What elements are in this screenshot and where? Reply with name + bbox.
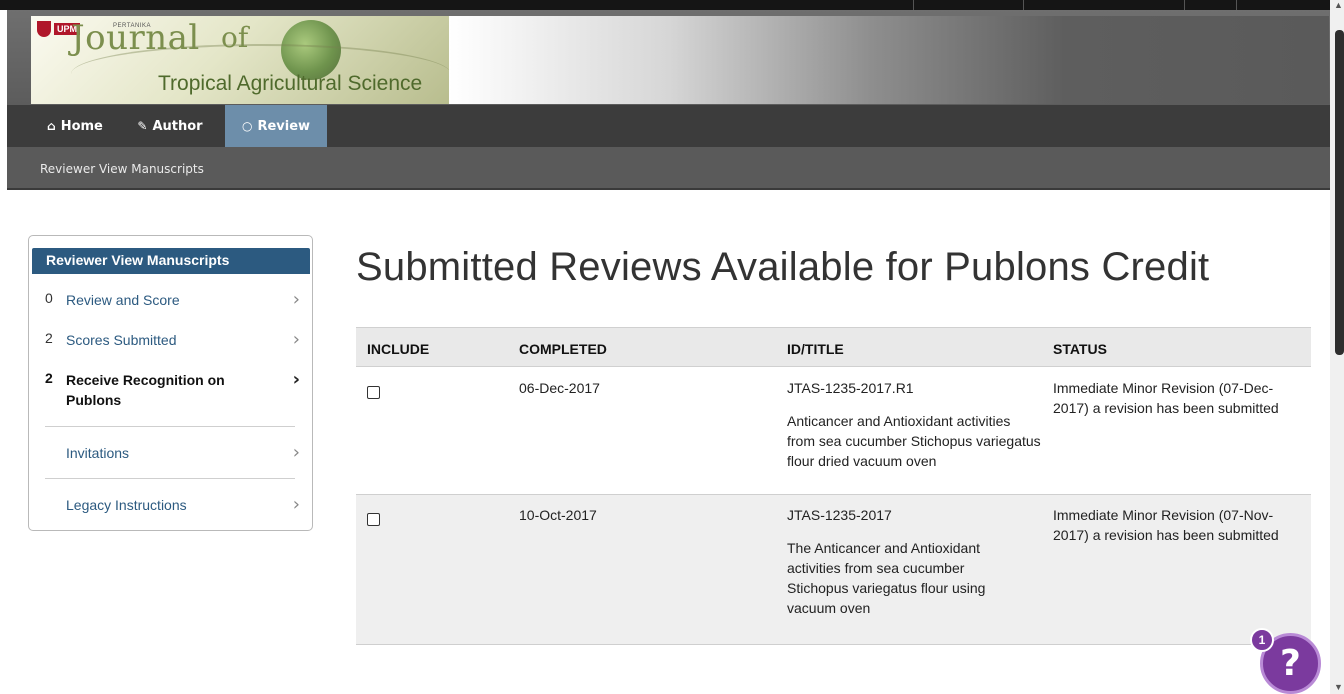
sidebar-item-receive-recognition[interactable]: 2 Receive Recognition on Publons ›: [29, 370, 312, 414]
chevron-right-icon: ›: [292, 329, 300, 350]
scroll-down-arrow-icon[interactable]: ▼: [1334, 682, 1343, 692]
sidebar-item-label: Review and Score: [66, 292, 180, 308]
sidebar-item-label: Invitations: [66, 445, 130, 461]
chevron-right-icon: ›: [292, 442, 300, 463]
nav-home-label: Home: [60, 118, 103, 134]
sidebar-item-invitations[interactable]: Invitations ›: [29, 443, 312, 467]
nav-home[interactable]: ⌂ Home: [35, 105, 115, 147]
journal-logo[interactable]: UPM PERTANIKA Journal of Tropical Agricu…: [31, 16, 449, 104]
strip-separator: [1184, 0, 1185, 10]
review-status: Immediate Minor Revision (07-Dec-2017) a…: [1053, 380, 1279, 416]
sidebar-item-label: Scores Submitted: [66, 332, 177, 348]
completed-date: 10-Oct-2017: [519, 507, 597, 523]
include-checkbox[interactable]: [367, 513, 380, 526]
column-header-id-title: ID/TITLE: [787, 341, 844, 357]
sidebar-item-legacy-instructions[interactable]: Legacy Instructions ›: [29, 495, 312, 519]
table-header: INCLUDE COMPLETED ID/TITLE STATUS: [356, 327, 1311, 367]
nav-author-label: Author: [152, 118, 203, 134]
scrollbar-thumb[interactable]: [1335, 30, 1344, 355]
manuscript-id[interactable]: JTAS-1235-2017: [787, 505, 892, 525]
sidebar-item-count: 2: [45, 330, 53, 346]
table-row: 06-Dec-2017 JTAS-1235-2017.R1 Anticancer…: [356, 368, 1311, 495]
completed-date: 06-Dec-2017: [519, 380, 600, 396]
nav-author[interactable]: ✎ Author: [125, 105, 215, 147]
home-icon: ⌂: [47, 119, 56, 133]
main-nav: ⌂ Home ✎ Author ○ Review: [7, 105, 1330, 147]
question-mark-icon: ?: [1280, 643, 1301, 684]
sidebar-divider: [45, 426, 295, 427]
sidebar-title: Reviewer View Manuscripts: [32, 248, 310, 274]
table-row: 10-Oct-2017 JTAS-1235-2017 The Anticance…: [356, 495, 1311, 645]
nav-review-label: Review: [257, 118, 311, 134]
banner-gradient: [449, 16, 1329, 104]
chevron-right-icon: ›: [292, 289, 300, 310]
upm-shield-icon: [37, 21, 51, 37]
strip-separator: [1236, 0, 1237, 10]
review-status: Immediate Minor Revision (07-Nov-2017) a…: [1053, 507, 1279, 543]
journal-of: of: [221, 21, 249, 54]
column-header-completed: COMPLETED: [519, 341, 607, 357]
column-header-include: INCLUDE: [367, 341, 430, 357]
journal-subtitle: Tropical Agricultural Science: [158, 72, 423, 95]
sidebar-divider: [45, 478, 295, 479]
chevron-right-icon: ›: [292, 369, 300, 390]
top-strip: [0, 0, 1330, 10]
strip-separator: [1023, 0, 1024, 10]
speech-bubble-icon: ○: [241, 119, 253, 133]
sidebar-item-label: Receive Recognition on Publons: [66, 372, 225, 408]
nav-review[interactable]: ○ Review: [225, 105, 327, 147]
chevron-right-icon: ›: [292, 494, 300, 515]
sidebar-item-count: 0: [45, 290, 53, 306]
sidebar-item-label: Legacy Instructions: [66, 497, 187, 513]
scroll-up-arrow-icon[interactable]: ▲: [1334, 0, 1343, 10]
manuscript-title: Anticancer and Antioxidant activities fr…: [787, 413, 1041, 469]
sidebar-item-count: 2: [45, 370, 53, 386]
column-header-status: STATUS: [1053, 341, 1107, 357]
sidebar-item-scores-submitted[interactable]: 2 Scores Submitted ›: [29, 330, 312, 354]
breadcrumb: Reviewer View Manuscripts: [40, 162, 204, 176]
pencil-icon: ✎: [137, 119, 148, 133]
breadcrumb-bar: Reviewer View Manuscripts: [7, 147, 1330, 190]
sidebar: Reviewer View Manuscripts 0 Review and S…: [28, 235, 313, 531]
manuscript-id[interactable]: JTAS-1235-2017.R1: [787, 378, 914, 398]
manuscript-title: The Anticancer and Antioxidant activitie…: [787, 540, 986, 616]
help-notification-badge: 1: [1250, 628, 1274, 652]
strip-separator: [913, 0, 914, 10]
sidebar-item-review-and-score[interactable]: 0 Review and Score ›: [29, 290, 312, 314]
header-banner: UPM PERTANIKA Journal of Tropical Agricu…: [7, 10, 1330, 105]
journal-word: Journal: [71, 18, 200, 58]
include-checkbox[interactable]: [367, 386, 380, 399]
page-title: Submitted Reviews Available for Publons …: [356, 245, 1210, 289]
